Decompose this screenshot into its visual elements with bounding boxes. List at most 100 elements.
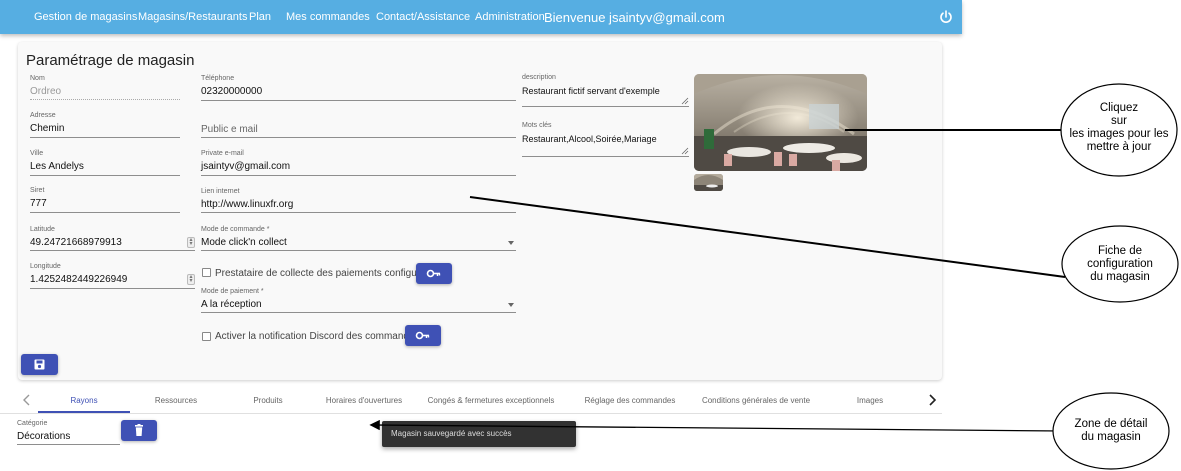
delete-category-button[interactable] (121, 420, 157, 441)
resize-handle-icon[interactable] (681, 97, 689, 105)
private-email-label: Private e-mail (201, 150, 244, 157)
longitude-underline (30, 288, 195, 289)
welcome-text: Bienvenue jsaintyv@gmail.com (544, 10, 725, 25)
adresse-underline (30, 137, 180, 138)
telephone-field[interactable]: Téléphone 02320000000 (201, 75, 516, 101)
tab-ressources[interactable]: Ressources (130, 396, 222, 405)
restaurant-photo (694, 74, 867, 171)
annotation-images-line: sur (1111, 115, 1127, 127)
latitude-spinner[interactable]: ▴ ▾ (187, 237, 195, 248)
mots-cles-underline (522, 156, 689, 157)
save-button[interactable] (21, 354, 58, 375)
prestataire-checkbox[interactable] (202, 268, 211, 277)
public-email-field[interactable]: Public e mail (201, 112, 516, 138)
annotation-fiche-line: du magasin (1090, 271, 1150, 283)
nav-administration[interactable]: Administration (475, 11, 545, 23)
chevron-down-icon (508, 303, 514, 307)
longitude-spinner[interactable]: ▴ ▾ (187, 274, 195, 285)
latitude-label: Latitude (30, 226, 55, 233)
tab-horaires[interactable]: Horaires d'ouvertures (314, 396, 414, 405)
description-underline (522, 106, 689, 107)
mots-cles-value: Restaurant,Alcool,Soirée,Mariage (522, 134, 657, 144)
longitude-label: Longitude (30, 263, 61, 270)
nom-label: Nom (30, 75, 45, 82)
annotation-zone-line: du magasin (1081, 431, 1141, 443)
private-email-field[interactable]: Private e-mail jsaintyv@gmail.com (201, 150, 516, 176)
tab-conditions-generales[interactable]: Conditions générales de vente (692, 396, 820, 405)
store-photo-main[interactable] (694, 74, 867, 171)
nav-mes-commandes[interactable]: Mes commandes (286, 11, 370, 23)
ville-underline (30, 175, 180, 176)
mode-commande-select[interactable]: Mode de commande * Mode click'n collect (201, 226, 516, 251)
prestataire-label: Prestataire de collecte des paiements co… (215, 268, 434, 279)
chevron-down-icon (508, 241, 514, 245)
annotation-zone-line: Zone de détail (1074, 418, 1148, 430)
description-value: Restaurant fictif servant d'exemple (522, 86, 660, 96)
adresse-label: Adresse (30, 112, 56, 119)
siret-underline (30, 212, 180, 213)
power-icon[interactable] (938, 9, 954, 25)
nom-field[interactable]: Nom Ordreo (30, 75, 180, 100)
siret-label: Siret (30, 187, 45, 194)
snackbar-message: Magasin sauvegardé avec succès (391, 429, 512, 438)
save-icon (34, 359, 45, 370)
private-email-value: jsaintyv@gmail.com (201, 161, 291, 172)
discord-key-button[interactable] (405, 325, 441, 346)
telephone-underline (201, 100, 516, 101)
key-icon (415, 331, 430, 340)
delete-icon (135, 424, 143, 436)
latitude-value: 49.24721668979913 (30, 237, 122, 248)
longitude-field[interactable]: Longitude 1.4252482449226949 ▴ ▾ (30, 263, 195, 289)
nav-plan[interactable]: Plan (249, 11, 271, 23)
categorie-select[interactable]: Catégorie Décorations (17, 420, 120, 445)
annotation-images-line: les images pour les (1069, 128, 1169, 140)
tabs-divider (0, 413, 942, 414)
tabs-scroll-right-icon[interactable] (922, 389, 942, 411)
key-icon (426, 269, 441, 278)
discord-checkbox[interactable] (202, 332, 211, 341)
mots-cles-label: Mots clés (522, 122, 552, 129)
resize-handle-icon[interactable] (681, 147, 689, 155)
annotation-fiche-line: configuration (1087, 258, 1153, 270)
prestataire-key-button[interactable] (416, 263, 452, 284)
store-photo-thumbnail[interactable] (694, 174, 723, 191)
latitude-field[interactable]: Latitude 49.24721668979913 ▴ ▾ (30, 226, 195, 251)
mode-paiement-select[interactable]: Mode de paiement * A la réception (201, 288, 516, 313)
ville-label: Ville (30, 150, 44, 157)
tab-reglage-commandes[interactable]: Réglage des commandes (568, 396, 692, 405)
siret-field[interactable]: Siret 777 (30, 187, 180, 213)
description-textarea[interactable]: description Restaurant fictif servant d'… (522, 74, 689, 107)
nav-gestion-magasins[interactable]: Gestion de magasins (34, 11, 137, 23)
categorie-value: Décorations (17, 431, 71, 442)
siret-value: 777 (30, 198, 47, 209)
screen: Gestion de magasins Magasins/Restaurants… (0, 0, 1181, 471)
nom-underline (30, 99, 180, 100)
tab-produits[interactable]: Produits (222, 396, 314, 405)
mode-paiement-label: Mode de paiement * (201, 288, 264, 295)
latitude-underline (30, 250, 195, 251)
snackbar-toast: Magasin sauvegardé avec succès (382, 421, 576, 447)
annotation-text-images: Cliquez sur les images pour les mettre à… (1062, 102, 1176, 154)
ville-value: Les Andelys (30, 161, 84, 172)
ville-field[interactable]: Ville Les Andelys (30, 150, 180, 176)
public-email-underline (201, 137, 516, 138)
mots-cles-textarea[interactable]: Mots clés Restaurant,Alcool,Soirée,Maria… (522, 122, 689, 157)
description-label: description (522, 74, 556, 81)
tab-rayons[interactable]: Rayons (38, 396, 130, 405)
tab-images[interactable]: Images (820, 396, 920, 405)
lien-internet-field[interactable]: Lien internet http://www.linuxfr.org (201, 188, 516, 213)
mode-paiement-value: A la réception (201, 299, 262, 310)
restaurant-thumbnail (694, 174, 723, 191)
mode-commande-label: Mode de commande * (201, 226, 270, 233)
annotation-images-line: mettre à jour (1086, 141, 1152, 153)
discord-label: Activer la notification Discord des comm… (215, 331, 420, 342)
categorie-underline (17, 444, 120, 445)
nav-contact-assistance[interactable]: Contact/Assistance (376, 11, 470, 23)
telephone-label: Téléphone (201, 75, 235, 82)
adresse-field[interactable]: Adresse Chemin (30, 112, 180, 138)
annotation-fiche-line: Fiche de (1097, 245, 1143, 257)
nav-magasins-restaurants[interactable]: Magasins/Restaurants (138, 11, 247, 23)
tab-conges[interactable]: Congés & fermetures exceptionnels (414, 396, 568, 405)
tabs-scroll-left-icon[interactable] (17, 389, 37, 411)
lien-internet-value: http://www.linuxfr.org (201, 199, 294, 210)
